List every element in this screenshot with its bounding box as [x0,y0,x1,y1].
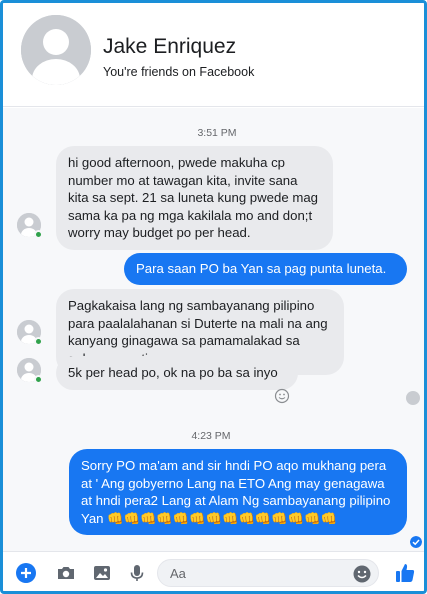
contact-avatar[interactable] [21,15,91,85]
outgoing-message[interactable]: Para saan PO ba Yan sa pag punta luneta. [124,253,407,285]
incoming-message[interactable]: hi good afternoon, pwede makuha cp numbe… [56,146,333,250]
add-reaction-icon[interactable] [274,388,290,404]
timestamp: 3:51 PM [197,127,237,139]
message-input-placeholder: Aa [170,566,186,581]
thumbs-up-icon[interactable] [393,561,417,585]
image-icon[interactable] [91,562,113,584]
contact-name[interactable]: Jake Enriquez [103,35,236,59]
outgoing-message[interactable]: Sorry PO ma'am and sir hndi PO aqo mukha… [69,449,407,535]
microphone-icon[interactable] [126,562,148,584]
seen-avatar [406,391,420,405]
online-indicator [34,337,43,346]
messenger-window: Jake Enriquez You're friends on Facebook… [0,0,427,594]
plus-icon[interactable] [15,562,37,584]
friendship-status: You're friends on Facebook [103,65,255,79]
conversation-header: Jake Enriquez You're friends on Facebook [3,3,424,107]
emoji-icon[interactable] [352,564,372,584]
online-indicator [34,375,43,384]
online-indicator [34,230,43,239]
message-composer: Aa [3,551,424,591]
incoming-message[interactable]: 5k per head po, ok na po ba sa inyo [56,356,298,390]
message-thread[interactable]: 3:51 PM hi good afternoon, pwede makuha … [3,108,424,551]
message-input[interactable]: Aa [157,559,379,587]
sender-avatar[interactable] [17,213,43,239]
timestamp: 4:23 PM [191,430,231,442]
sender-avatar[interactable] [17,358,43,384]
camera-icon[interactable] [55,562,77,584]
sender-avatar[interactable] [17,320,43,346]
delivered-check-icon [410,536,422,548]
